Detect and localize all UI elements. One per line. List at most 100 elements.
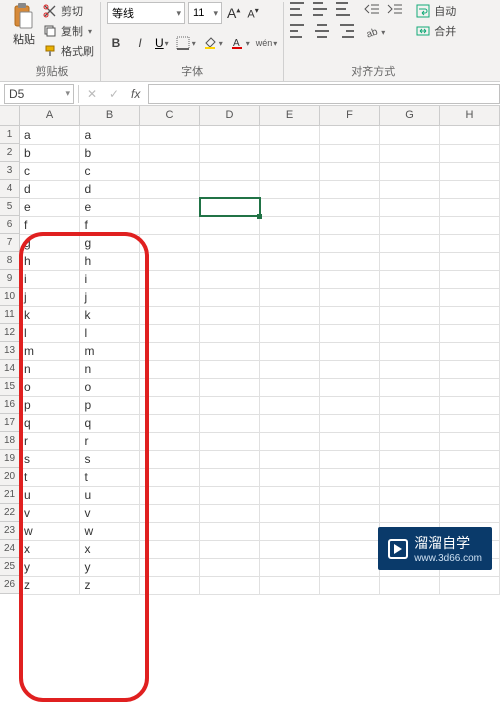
cell[interactable]: k bbox=[20, 306, 80, 324]
cell[interactable]: z bbox=[80, 576, 140, 594]
cell[interactable] bbox=[260, 216, 320, 234]
cell[interactable]: n bbox=[20, 360, 80, 378]
cell[interactable] bbox=[140, 324, 200, 342]
col-header-A[interactable]: A bbox=[20, 106, 80, 126]
cell[interactable] bbox=[380, 396, 440, 414]
row-header[interactable]: 14 bbox=[0, 360, 20, 378]
cell[interactable]: x bbox=[20, 540, 80, 558]
fx-icon[interactable]: fx bbox=[127, 87, 144, 101]
row-header[interactable]: 19 bbox=[0, 450, 20, 468]
cell[interactable] bbox=[200, 486, 260, 504]
cell[interactable] bbox=[140, 558, 200, 576]
cell[interactable] bbox=[200, 558, 260, 576]
row-header[interactable]: 24 bbox=[0, 540, 20, 558]
align-right-button[interactable] bbox=[336, 24, 354, 38]
cell[interactable] bbox=[200, 198, 260, 216]
cell[interactable] bbox=[380, 126, 440, 144]
cell[interactable] bbox=[260, 270, 320, 288]
cell[interactable] bbox=[200, 450, 260, 468]
cell[interactable]: j bbox=[20, 288, 80, 306]
align-top-button[interactable] bbox=[290, 2, 308, 16]
cell[interactable] bbox=[380, 342, 440, 360]
cell[interactable] bbox=[140, 342, 200, 360]
cell[interactable] bbox=[140, 432, 200, 450]
cell[interactable]: z bbox=[20, 576, 80, 594]
cell[interactable] bbox=[260, 378, 320, 396]
align-bottom-button[interactable] bbox=[336, 2, 354, 16]
cell[interactable] bbox=[320, 162, 380, 180]
cell[interactable]: u bbox=[80, 486, 140, 504]
cell[interactable] bbox=[260, 342, 320, 360]
cell[interactable]: h bbox=[80, 252, 140, 270]
cell[interactable] bbox=[140, 576, 200, 594]
cell[interactable]: b bbox=[20, 144, 80, 162]
cell[interactable] bbox=[320, 180, 380, 198]
cell[interactable] bbox=[439, 198, 499, 216]
increase-indent-button[interactable] bbox=[387, 2, 405, 16]
cell[interactable] bbox=[320, 396, 380, 414]
cell[interactable] bbox=[260, 540, 320, 558]
cell[interactable]: f bbox=[80, 216, 140, 234]
col-header-B[interactable]: B bbox=[80, 106, 140, 126]
name-box[interactable]: D5 bbox=[4, 84, 74, 104]
underline-button[interactable]: U▾ bbox=[155, 36, 169, 50]
cell[interactable] bbox=[200, 432, 260, 450]
cell[interactable] bbox=[260, 450, 320, 468]
cut-button[interactable]: 剪切 bbox=[42, 2, 94, 20]
cell[interactable]: e bbox=[80, 198, 140, 216]
cell[interactable] bbox=[140, 306, 200, 324]
cell[interactable]: e bbox=[20, 198, 80, 216]
cell[interactable] bbox=[380, 216, 440, 234]
col-header-C[interactable]: C bbox=[140, 106, 200, 126]
cell[interactable]: c bbox=[20, 162, 80, 180]
cell[interactable] bbox=[140, 270, 200, 288]
cell[interactable] bbox=[260, 504, 320, 522]
align-left-button[interactable] bbox=[290, 24, 308, 38]
cell[interactable]: q bbox=[80, 414, 140, 432]
cell[interactable] bbox=[320, 432, 380, 450]
cell[interactable] bbox=[380, 486, 440, 504]
cell[interactable]: i bbox=[80, 270, 140, 288]
cell[interactable] bbox=[380, 450, 440, 468]
row-header[interactable]: 8 bbox=[0, 252, 20, 270]
cell[interactable] bbox=[200, 144, 260, 162]
cell[interactable] bbox=[140, 180, 200, 198]
decrease-font-button[interactable]: A▾ bbox=[245, 6, 260, 21]
cell[interactable] bbox=[140, 144, 200, 162]
italic-button[interactable]: I bbox=[131, 34, 149, 52]
cell[interactable] bbox=[200, 342, 260, 360]
cell[interactable] bbox=[439, 252, 499, 270]
cell[interactable]: p bbox=[80, 396, 140, 414]
cell[interactable]: a bbox=[80, 126, 140, 144]
cell[interactable] bbox=[200, 540, 260, 558]
cell[interactable] bbox=[140, 216, 200, 234]
cell[interactable] bbox=[439, 144, 499, 162]
cell[interactable]: b bbox=[80, 144, 140, 162]
cell[interactable] bbox=[439, 468, 499, 486]
cell[interactable] bbox=[260, 486, 320, 504]
cell[interactable] bbox=[200, 216, 260, 234]
row-header[interactable]: 23 bbox=[0, 522, 20, 540]
cancel-formula-button[interactable]: ✕ bbox=[83, 85, 101, 103]
cell[interactable] bbox=[140, 126, 200, 144]
cell[interactable] bbox=[140, 378, 200, 396]
cell[interactable]: v bbox=[20, 504, 80, 522]
select-all-corner[interactable] bbox=[0, 106, 20, 126]
cell[interactable] bbox=[380, 504, 440, 522]
cell[interactable]: t bbox=[20, 468, 80, 486]
cell[interactable] bbox=[320, 306, 380, 324]
cell[interactable] bbox=[320, 468, 380, 486]
cell[interactable]: y bbox=[80, 558, 140, 576]
cell[interactable]: m bbox=[80, 342, 140, 360]
cell[interactable] bbox=[439, 216, 499, 234]
cell[interactable]: n bbox=[80, 360, 140, 378]
cell[interactable] bbox=[380, 468, 440, 486]
cell[interactable] bbox=[439, 306, 499, 324]
cell[interactable] bbox=[320, 504, 380, 522]
cell[interactable] bbox=[320, 234, 380, 252]
cell[interactable]: u bbox=[20, 486, 80, 504]
copy-button[interactable]: 复制▾ bbox=[42, 22, 94, 40]
cell[interactable]: y bbox=[20, 558, 80, 576]
cell[interactable] bbox=[320, 252, 380, 270]
cell[interactable] bbox=[380, 360, 440, 378]
